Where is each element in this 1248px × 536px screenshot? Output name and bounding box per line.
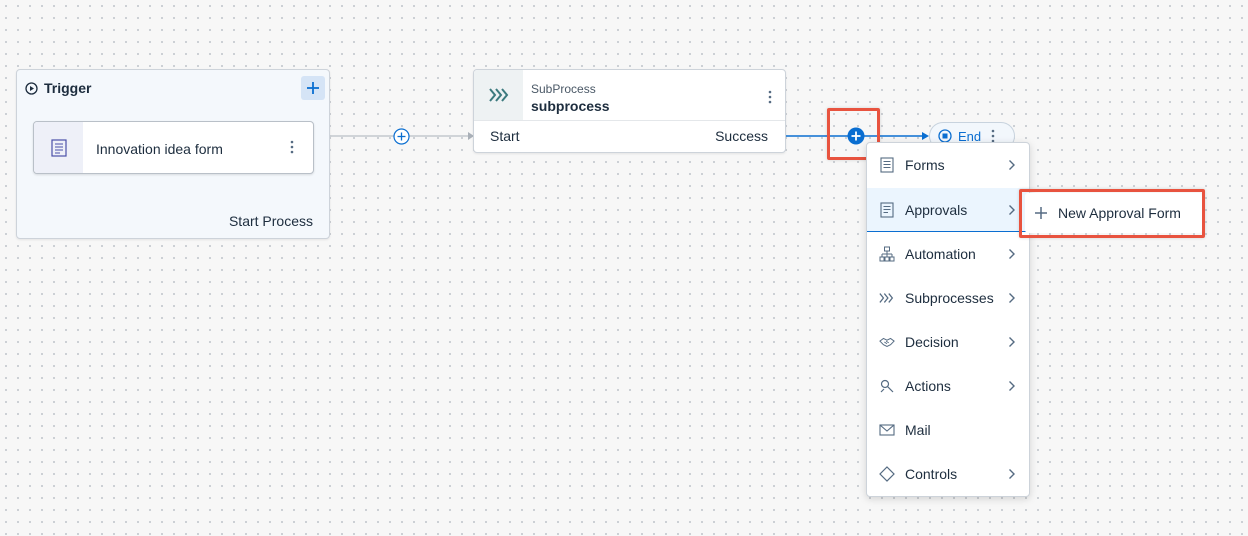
chevron-right-icon [1003,380,1021,392]
menu-item-mail[interactable]: Mail [867,408,1029,452]
chevron-right-icon [1003,336,1021,348]
controls-icon [879,466,895,482]
subprocess-more-button[interactable] [762,86,778,108]
chevron-right-icon [1003,248,1021,260]
chevron-right-icon [1003,159,1021,171]
actions-icon [879,378,895,394]
menu-item-label: Forms [905,157,945,173]
subprocess-name: subprocess [531,98,610,114]
approval-icon [879,201,895,218]
menu-item-label: Controls [905,466,958,482]
menu-item-actions[interactable]: Actions [867,364,1029,408]
stop-circle-icon [938,129,952,143]
menu-item-label: Decision [905,334,959,350]
form-tile-label: Innovation idea form [96,141,223,157]
subprocess-card[interactable]: SubProcess subprocess Start Success [473,69,786,153]
mail-icon [879,422,895,438]
add-step-button[interactable] [393,128,410,145]
more-vertical-icon[interactable] [991,129,995,143]
trigger-add-button[interactable] [301,76,325,100]
subprocess-start-label: Start [490,128,520,144]
chevron-right-icon [1003,292,1021,304]
plus-circle-icon [393,128,410,145]
add-step-menu: Forms Approvals Automation Subprocesses … [866,142,1030,497]
menu-item-label: Automation [905,246,976,262]
form-icon [50,138,67,157]
subprocess-type-label: SubProcess [531,82,596,96]
menu-item-decision[interactable]: Decision [867,320,1029,364]
play-circle-icon [25,81,38,95]
trigger-card[interactable]: Trigger Innovation idea form Start Proce… [16,69,330,239]
form-tile[interactable]: Innovation idea form [33,121,314,174]
more-vertical-icon [290,140,294,154]
menu-item-controls[interactable]: Controls [867,452,1029,496]
decision-icon [879,334,895,350]
more-vertical-icon [768,90,772,104]
automation-icon [879,246,895,262]
menu-item-forms[interactable]: Forms [867,143,1029,187]
subprocess-icon [488,88,508,102]
menu-item-label: Actions [905,378,951,394]
menu-item-label: Approvals [905,201,968,218]
form-icon [879,157,895,173]
chevron-right-icon [1003,468,1021,480]
menu-item-approvals[interactable]: Approvals [867,188,1029,232]
form-tile-more-button[interactable] [284,136,300,158]
subprocess-icon-box [474,70,523,120]
trigger-title: Trigger [44,80,92,96]
menu-item-label: Mail [905,422,931,438]
trigger-header: Trigger [25,80,91,96]
subprocess-success-label: Success [715,128,768,144]
plus-icon [307,82,319,94]
subprocess-icon [879,290,895,306]
connector-arrowhead-active [922,132,929,140]
subprocess-divider [474,120,785,121]
menu-item-automation[interactable]: Automation [867,232,1029,276]
menu-item-subprocesses[interactable]: Subprocesses [867,276,1029,320]
start-process-label: Start Process [228,213,313,229]
form-tile-icon-box [34,122,83,173]
menu-item-label: Subprocesses [905,290,994,306]
highlight-new-approval-form [1019,189,1205,238]
